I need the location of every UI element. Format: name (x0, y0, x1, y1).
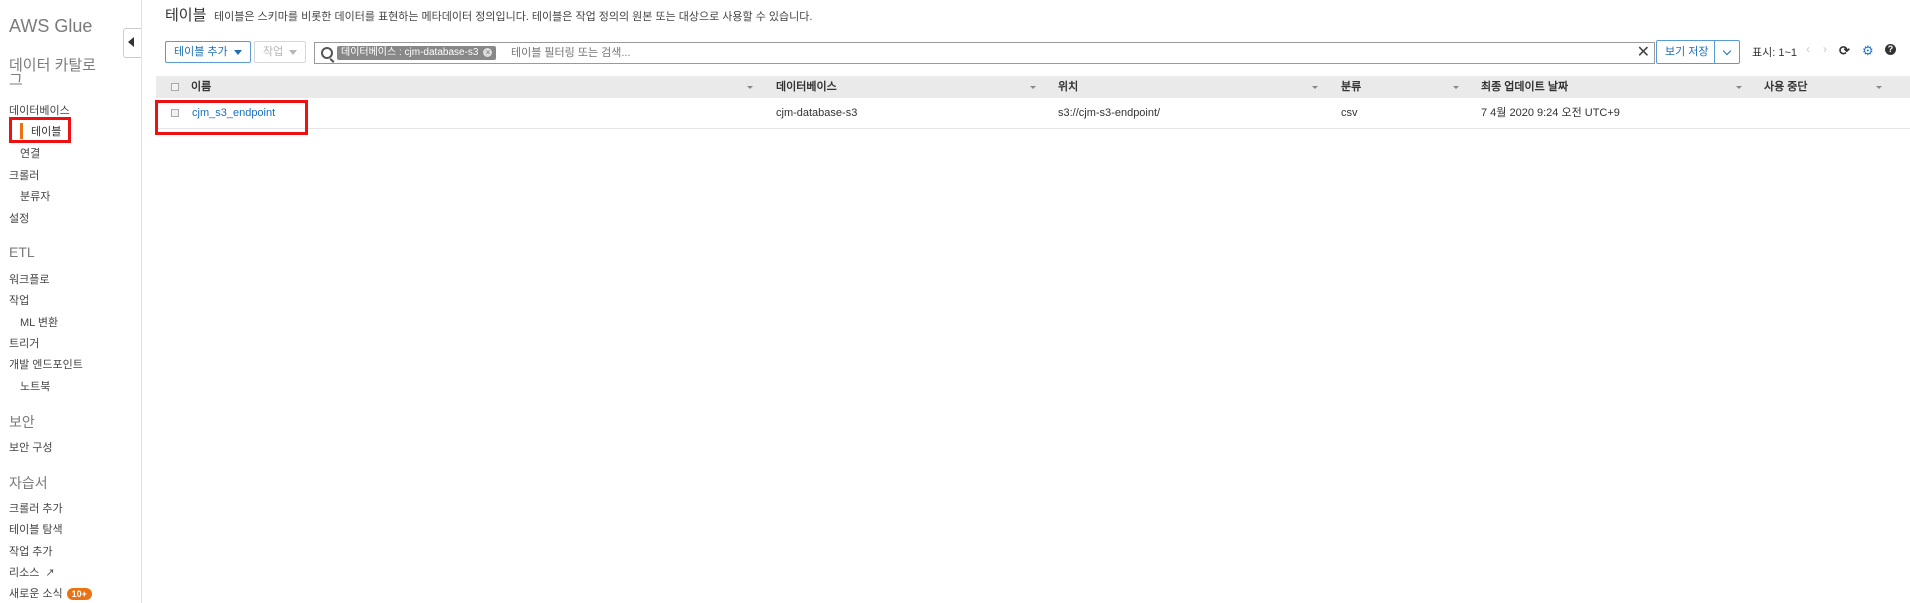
sidebar-title[interactable]: AWS Glue (9, 16, 92, 37)
section-tutorials: 자습서 (9, 475, 48, 491)
sidebar-item-ml-transforms[interactable]: ML 변환 (20, 314, 58, 330)
filter-search-box[interactable]: 데이터베이스 : cjm-database-s3 × ✕ (314, 42, 1655, 64)
gear-icon[interactable]: ⚙ (1862, 43, 1874, 59)
sidebar-item-notebooks[interactable]: 노트북 (20, 378, 50, 394)
column-header-classification[interactable]: 분류 (1341, 76, 1361, 98)
action-button[interactable]: 작업 (254, 41, 307, 63)
column-header-name[interactable]: 이름 (191, 76, 211, 98)
cell-last-updated: 7 4월 2020 9:24 오전 UTC+9 (1481, 107, 1620, 119)
sidebar-item-triggers[interactable]: 트리거 (9, 335, 39, 351)
sidebar-collapse-button[interactable] (123, 28, 141, 58)
cell-location: s3://cjm-s3-endpoint/ (1058, 107, 1161, 119)
sidebar: AWS Glue 데이터 카탈로 그 데이터베이스 테이블 연결 크롤러 분류자… (0, 0, 142, 603)
sidebar-item-security-config[interactable]: 보안 구성 (9, 439, 53, 455)
help-icon[interactable]: ? (1885, 44, 1896, 55)
add-table-button[interactable]: 테이블 추가 (165, 41, 251, 63)
section-etl: ETL (9, 244, 35, 260)
sidebar-item-crawlers[interactable]: 크롤러 (9, 167, 39, 183)
table-row[interactable]: cjm_s3_endpoint cjm-database-s3 s3://cjm… (156, 98, 1910, 129)
sort-caret-icon[interactable] (1736, 86, 1742, 89)
prev-page-icon[interactable]: ‹ (1806, 42, 1810, 56)
clear-filter-icon[interactable]: ✕ (1637, 44, 1650, 62)
filter-token-database[interactable]: 데이터베이스 : cjm-database-s3 × (337, 46, 497, 60)
search-icon (321, 47, 333, 59)
pager-status: 표시: 1~1 (1752, 47, 1798, 59)
cell-database: cjm-database-s3 (776, 107, 858, 119)
sidebar-item-dev-endpoints[interactable]: 개발 엔드포인트 (9, 356, 83, 372)
sort-caret-icon[interactable] (1453, 86, 1459, 89)
sidebar-item-add-crawler[interactable]: 크롤러 추가 (9, 500, 63, 516)
page-title: 테이블 (165, 7, 207, 24)
sidebar-item-classifiers[interactable]: 분류자 (20, 188, 50, 204)
chevron-down-icon (1722, 46, 1732, 56)
page-description: 테이블은 스키마를 비롯한 데이터를 표현하는 메타데이터 정의입니다. 테이블… (214, 11, 813, 23)
sidebar-item-databases[interactable]: 데이터베이스 (9, 102, 70, 118)
external-link-icon: ↗ (45, 567, 55, 579)
select-all-checkbox[interactable] (171, 83, 179, 91)
sidebar-item-resources-label: 리소스 (9, 567, 40, 579)
sidebar-item-resources[interactable]: 리소스 ↗ (9, 564, 55, 580)
sidebar-item-workflows[interactable]: 워크플로 (9, 271, 49, 287)
chevron-down-icon (233, 49, 242, 55)
sidebar-item-whats-new[interactable]: 새로운 소식 10+ (9, 585, 92, 601)
sort-caret-icon[interactable] (1030, 86, 1036, 89)
filter-input[interactable] (511, 46, 1411, 60)
sidebar-item-add-job[interactable]: 작업 추가 (9, 543, 53, 559)
column-header-database[interactable]: 데이터베이스 (776, 76, 837, 98)
chevron-down-icon (289, 49, 298, 55)
table-header-row: 이름 데이터베이스 위치 분류 최종 업데이트 날짜 사용 중단 (156, 76, 1910, 98)
sidebar-item-whats-new-label: 새로운 소식 (9, 588, 63, 600)
column-header-deprecated[interactable]: 사용 중단 (1764, 76, 1808, 98)
collapse-left-icon (128, 37, 134, 47)
highlight-box-tables (9, 117, 71, 143)
sidebar-item-settings[interactable]: 설정 (9, 210, 29, 226)
whats-new-badge: 10+ (66, 588, 92, 601)
action-label: 작업 (263, 46, 284, 58)
column-header-location[interactable]: 위치 (1058, 76, 1078, 98)
sidebar-item-connections[interactable]: 연결 (20, 145, 40, 161)
sidebar-item-jobs[interactable]: 작업 (9, 292, 29, 308)
section-data-catalog: 데이터 카탈로 그 (9, 57, 96, 89)
sort-caret-icon[interactable] (1876, 86, 1882, 89)
refresh-icon[interactable]: ⟳ (1839, 43, 1850, 59)
save-view-dropdown-button[interactable] (1714, 40, 1740, 64)
add-table-label: 테이블 추가 (174, 46, 228, 58)
filter-token-label: 데이터베이스 : cjm-database-s3 (341, 47, 479, 58)
token-close-icon[interactable]: × (483, 48, 493, 57)
save-view-button[interactable]: 보기 저장 (1656, 40, 1718, 64)
sort-caret-icon[interactable] (747, 86, 753, 89)
sort-caret-icon[interactable] (1312, 86, 1318, 89)
sidebar-item-explore-table[interactable]: 테이블 탐색 (9, 521, 63, 537)
column-header-last-updated[interactable]: 최종 업데이트 날짜 (1481, 76, 1568, 98)
next-page-icon[interactable]: › (1823, 42, 1827, 56)
highlight-box-table-name (155, 100, 308, 135)
section-security: 보안 (9, 414, 35, 430)
tables-grid: 이름 데이터베이스 위치 분류 최종 업데이트 날짜 사용 중단 cjm_s3_… (156, 76, 1910, 129)
cell-classification: csv (1341, 107, 1358, 119)
